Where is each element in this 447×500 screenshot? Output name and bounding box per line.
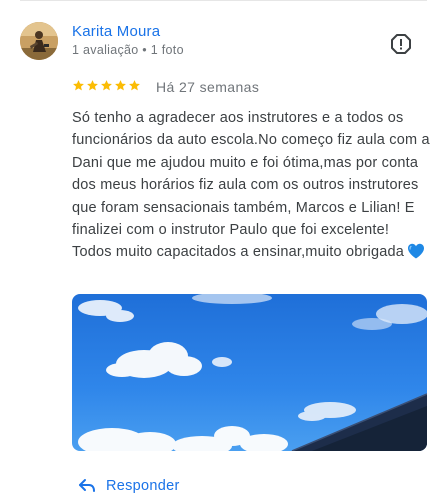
- review-photo-image: [72, 294, 427, 451]
- review-text: Só tenho a agradecer aos instrutores e a…: [72, 107, 432, 264]
- report-flag-icon[interactable]: [390, 33, 412, 55]
- avatar-image: [20, 22, 58, 60]
- author-name[interactable]: Karita Moura: [72, 23, 160, 40]
- star-icon: [101, 80, 112, 91]
- avatar[interactable]: [20, 22, 58, 60]
- star-rating: [72, 79, 141, 92]
- blue-heart-emoji: [407, 243, 425, 259]
- reply-button[interactable]: Responder: [78, 478, 180, 494]
- star-icon: [73, 80, 84, 91]
- review-time: Há 27 semanas: [156, 79, 260, 95]
- author-meta: 1 avaliação • 1 foto: [72, 43, 184, 57]
- star-icon: [87, 80, 98, 91]
- reply-arrow-icon: [79, 479, 95, 492]
- top-divider: [20, 0, 427, 1]
- reply-label: Responder: [106, 478, 180, 494]
- review-body: Só tenho a agradecer aos instrutores e a…: [72, 110, 430, 261]
- review-photo[interactable]: [72, 294, 427, 451]
- star-icon: [115, 80, 126, 91]
- star-icon: [129, 80, 140, 91]
